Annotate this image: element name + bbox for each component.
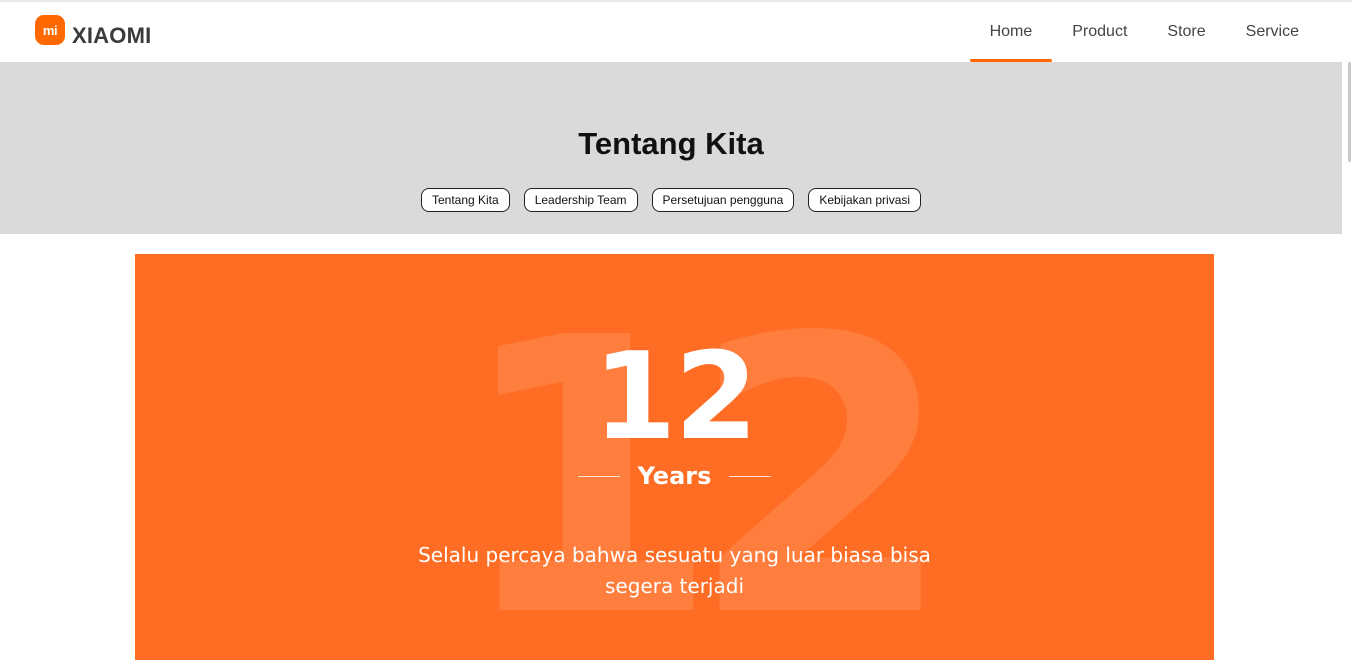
tab-persetujuan-pengguna[interactable]: Persetujuan pengguna xyxy=(651,188,795,212)
years-number: 12 xyxy=(593,328,758,467)
scrollbar-thumb[interactable] xyxy=(1348,62,1351,162)
brand[interactable]: mi XIAOMI xyxy=(35,11,151,49)
site-header: mi XIAOMI Home Product Store Service xyxy=(0,2,1352,62)
about-hero: Tentang Kita Tentang Kita Leadership Tea… xyxy=(0,62,1342,234)
divider-right xyxy=(729,475,772,477)
divider-left xyxy=(577,475,620,477)
nav-product[interactable]: Product xyxy=(1052,2,1147,62)
about-tabs: Tentang Kita Leadership Team Persetujuan… xyxy=(0,188,1342,212)
tab-tentang-kita[interactable]: Tentang Kita xyxy=(420,188,510,212)
nav-home[interactable]: Home xyxy=(969,2,1053,62)
tagline: Selalu percaya bahwa sesuatu yang luar b… xyxy=(135,540,1214,602)
nav-store[interactable]: Store xyxy=(1147,2,1225,62)
anniversary-banner: 12 12 Years Selalu percaya bahwa sesuatu… xyxy=(135,254,1214,660)
page-title: Tentang Kita xyxy=(578,126,764,161)
tagline-line-2: segera terjadi xyxy=(605,574,744,598)
years-label: Years xyxy=(637,462,712,490)
tagline-line-1: Selalu percaya bahwa sesuatu yang luar b… xyxy=(418,543,931,567)
brand-name[interactable]: XIAOMI xyxy=(72,23,151,49)
main-nav: Home Product Store Service xyxy=(969,2,1319,62)
mi-logo-icon[interactable]: mi xyxy=(35,15,65,45)
page-scrollbar[interactable] xyxy=(1342,62,1352,660)
tab-kebijakan-privasi[interactable]: Kebijakan privasi xyxy=(808,188,922,212)
tab-leadership-team[interactable]: Leadership Team xyxy=(523,188,638,212)
years-label-row: Years xyxy=(135,462,1214,490)
nav-service[interactable]: Service xyxy=(1226,2,1319,62)
